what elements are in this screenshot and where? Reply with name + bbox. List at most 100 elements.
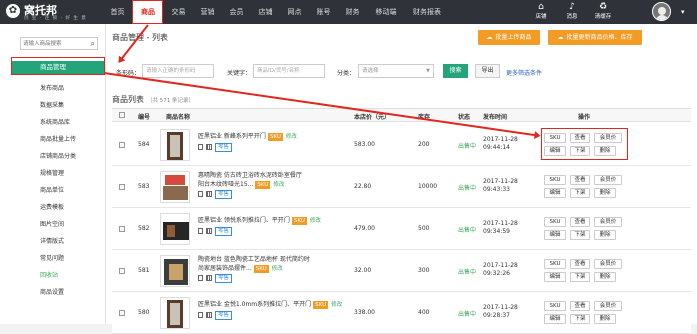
sidebar-item-unit[interactable]: 商品单位	[40, 185, 64, 194]
nav-finance[interactable]: 财务	[339, 0, 366, 24]
view-button[interactable]: 查看	[570, 175, 590, 185]
mobile-icon[interactable]	[198, 311, 203, 318]
nav-account[interactable]: 账号	[310, 0, 337, 24]
edit-name-link[interactable]: 修改	[272, 266, 283, 272]
user-avatar[interactable]	[652, 2, 671, 21]
caret-down-icon[interactable]: ▾	[681, 8, 685, 16]
edit-button[interactable]: 编辑	[544, 314, 566, 324]
product-name-cont[interactable]: 尚家居装饰品摆件... SKU 修改	[198, 264, 283, 274]
off-shelf-button[interactable]: 下架	[570, 314, 590, 324]
product-name[interactable]: 陶瓷地台 蓝色陶瓷工艺品地杯 现代简约时	[198, 255, 310, 264]
edit-name-link[interactable]: 修改	[310, 218, 321, 224]
product-name-cont[interactable]: 阳台木纹砖哑光15... SKU 修改	[198, 180, 284, 190]
store-shortcut[interactable]: ⌂ 店铺	[526, 2, 556, 22]
view-button[interactable]: 查看	[570, 259, 590, 269]
member-price-button[interactable]: 会员价	[594, 217, 622, 227]
product-thumbnail[interactable]	[160, 255, 190, 287]
row-checkbox[interactable]	[119, 310, 125, 316]
chevron-down-icon: ▼	[426, 68, 430, 74]
row-checkbox[interactable]	[119, 184, 125, 190]
sku-button[interactable]: SKU	[544, 259, 566, 269]
product-name-line1: 匠黑铝业 领悦系列推拉门、平开门	[198, 217, 290, 224]
row-checkbox[interactable]	[119, 268, 125, 274]
sidebar-item-data-collect[interactable]: 数据采集	[40, 100, 64, 109]
row-checkbox[interactable]	[119, 226, 125, 232]
row-checkbox[interactable]	[119, 142, 125, 148]
message-shortcut[interactable]: ♪ 消息	[557, 2, 587, 22]
edit-button[interactable]: 编辑	[544, 230, 566, 240]
member-price-button[interactable]: 会员价	[594, 259, 622, 269]
col-ops: 操作	[578, 114, 591, 121]
clear-cache-shortcut[interactable]: ♻ 清缓存	[588, 2, 618, 22]
sidebar-item-freight[interactable]: 运费模板	[40, 202, 64, 211]
mobile-icon[interactable]	[198, 274, 203, 281]
sidebar-item-system-library[interactable]: 系统商品库	[40, 117, 70, 126]
product-name[interactable]: 惠晴陶瓷 仿古砖卫浴砖水泥砖卧室餐厅	[198, 171, 302, 180]
sidebar-item-faq[interactable]: 常见问题	[40, 253, 64, 262]
sidebar-search-input[interactable]	[23, 38, 83, 49]
barcode-icon[interactable]	[206, 311, 212, 318]
edit-button[interactable]: 编辑	[544, 188, 566, 198]
delete-button[interactable]: 删除	[594, 188, 616, 198]
nav-finance-report[interactable]: 财务报表	[406, 0, 448, 24]
sidebar-item-detail-layout[interactable]: 详情版式	[40, 236, 64, 245]
category-select[interactable]: 请选择 ▼	[358, 64, 434, 78]
delete-button[interactable]: 删除	[594, 314, 616, 324]
row-stock: 500	[418, 225, 430, 232]
nav-store[interactable]: 店铺	[252, 0, 279, 24]
more-filters-link[interactable]: 更多筛选条件	[506, 68, 542, 77]
mobile-icon[interactable]	[198, 190, 203, 197]
barcode-icon[interactable]	[206, 143, 212, 150]
brand-logo[interactable]: ✿ 窝托邦 创 业 · 连 锁 · 好 生 意	[6, 2, 96, 22]
product-name[interactable]: 匠黑铝业 新峰系列平开门 SKU 修改	[198, 132, 297, 142]
mobile-icon[interactable]	[198, 143, 203, 150]
off-shelf-button[interactable]: 下架	[570, 188, 590, 198]
batch-upload-button[interactable]: ☁ 批量上传商品	[478, 30, 540, 45]
mobile-icon[interactable]	[198, 227, 203, 234]
sidebar-item-image-space[interactable]: 图片空间	[40, 219, 64, 228]
edit-name-link[interactable]: 修改	[331, 302, 342, 308]
off-shelf-button[interactable]: 下架	[570, 230, 590, 240]
keyword-input[interactable]: 商品ID/货号/名称	[253, 64, 325, 78]
product-thumbnail[interactable]	[160, 213, 190, 245]
delete-button[interactable]: 删除	[594, 272, 616, 282]
edit-name-link[interactable]: 修改	[286, 134, 297, 140]
member-price-button[interactable]: 会员价	[594, 301, 622, 311]
product-name[interactable]: 匠黑铝业 领悦系列推拉门、平开门 SKU 修改	[198, 216, 321, 226]
nav-outlet[interactable]: 网点	[281, 0, 308, 24]
sidebar-item-spec[interactable]: 规格管理	[40, 168, 64, 177]
view-button[interactable]: 查看	[570, 301, 590, 311]
barcode-icon[interactable]	[206, 190, 212, 197]
batch-update-button[interactable]: ☁ 批量更新商品价格、库存	[548, 30, 642, 45]
barcode-icon[interactable]	[206, 227, 212, 234]
sku-button[interactable]: SKU	[544, 175, 566, 185]
nav-trade[interactable]: 交易	[165, 0, 192, 24]
sidebar-item-recycle[interactable]: 回收站	[40, 270, 58, 279]
product-thumbnail[interactable]	[160, 129, 190, 161]
nav-member[interactable]: 会员	[223, 0, 250, 24]
nav-mobile[interactable]: 移动端	[368, 0, 404, 24]
product-thumbnail[interactable]	[160, 297, 190, 329]
product-thumbnail[interactable]	[160, 171, 190, 203]
search-button[interactable]: 搜索	[443, 64, 468, 78]
sidebar-item-settings[interactable]: 商品设置	[40, 287, 64, 296]
sidebar-item-batch-upload[interactable]: 商品批量上传	[40, 134, 76, 143]
sku-button[interactable]: SKU	[544, 301, 566, 311]
barcode-icon[interactable]	[206, 274, 212, 281]
export-button[interactable]: 导出	[475, 64, 500, 78]
sku-button[interactable]: SKU	[544, 217, 566, 227]
sidebar-item-store-category[interactable]: 店铺商品分类	[40, 151, 76, 160]
product-name[interactable]: 匠黑铝业 金悦1.0mm系列推拉门、平开门 SKU 修改	[198, 300, 342, 310]
search-icon[interactable]: ⌕	[91, 38, 95, 49]
nav-home[interactable]: 首页	[104, 0, 131, 24]
view-button[interactable]: 查看	[570, 217, 590, 227]
sidebar-item-publish[interactable]: 发布商品	[40, 83, 64, 92]
barcode-input[interactable]: 请输入正确的条形码	[142, 64, 214, 78]
nav-marketing[interactable]: 营销	[194, 0, 221, 24]
member-price-button[interactable]: 会员价	[594, 175, 622, 185]
delete-button[interactable]: 删除	[594, 230, 616, 240]
edit-name-link[interactable]: 修改	[273, 182, 284, 188]
select-all-checkbox[interactable]	[119, 112, 125, 118]
off-shelf-button[interactable]: 下架	[570, 272, 590, 282]
edit-button[interactable]: 编辑	[544, 272, 566, 282]
